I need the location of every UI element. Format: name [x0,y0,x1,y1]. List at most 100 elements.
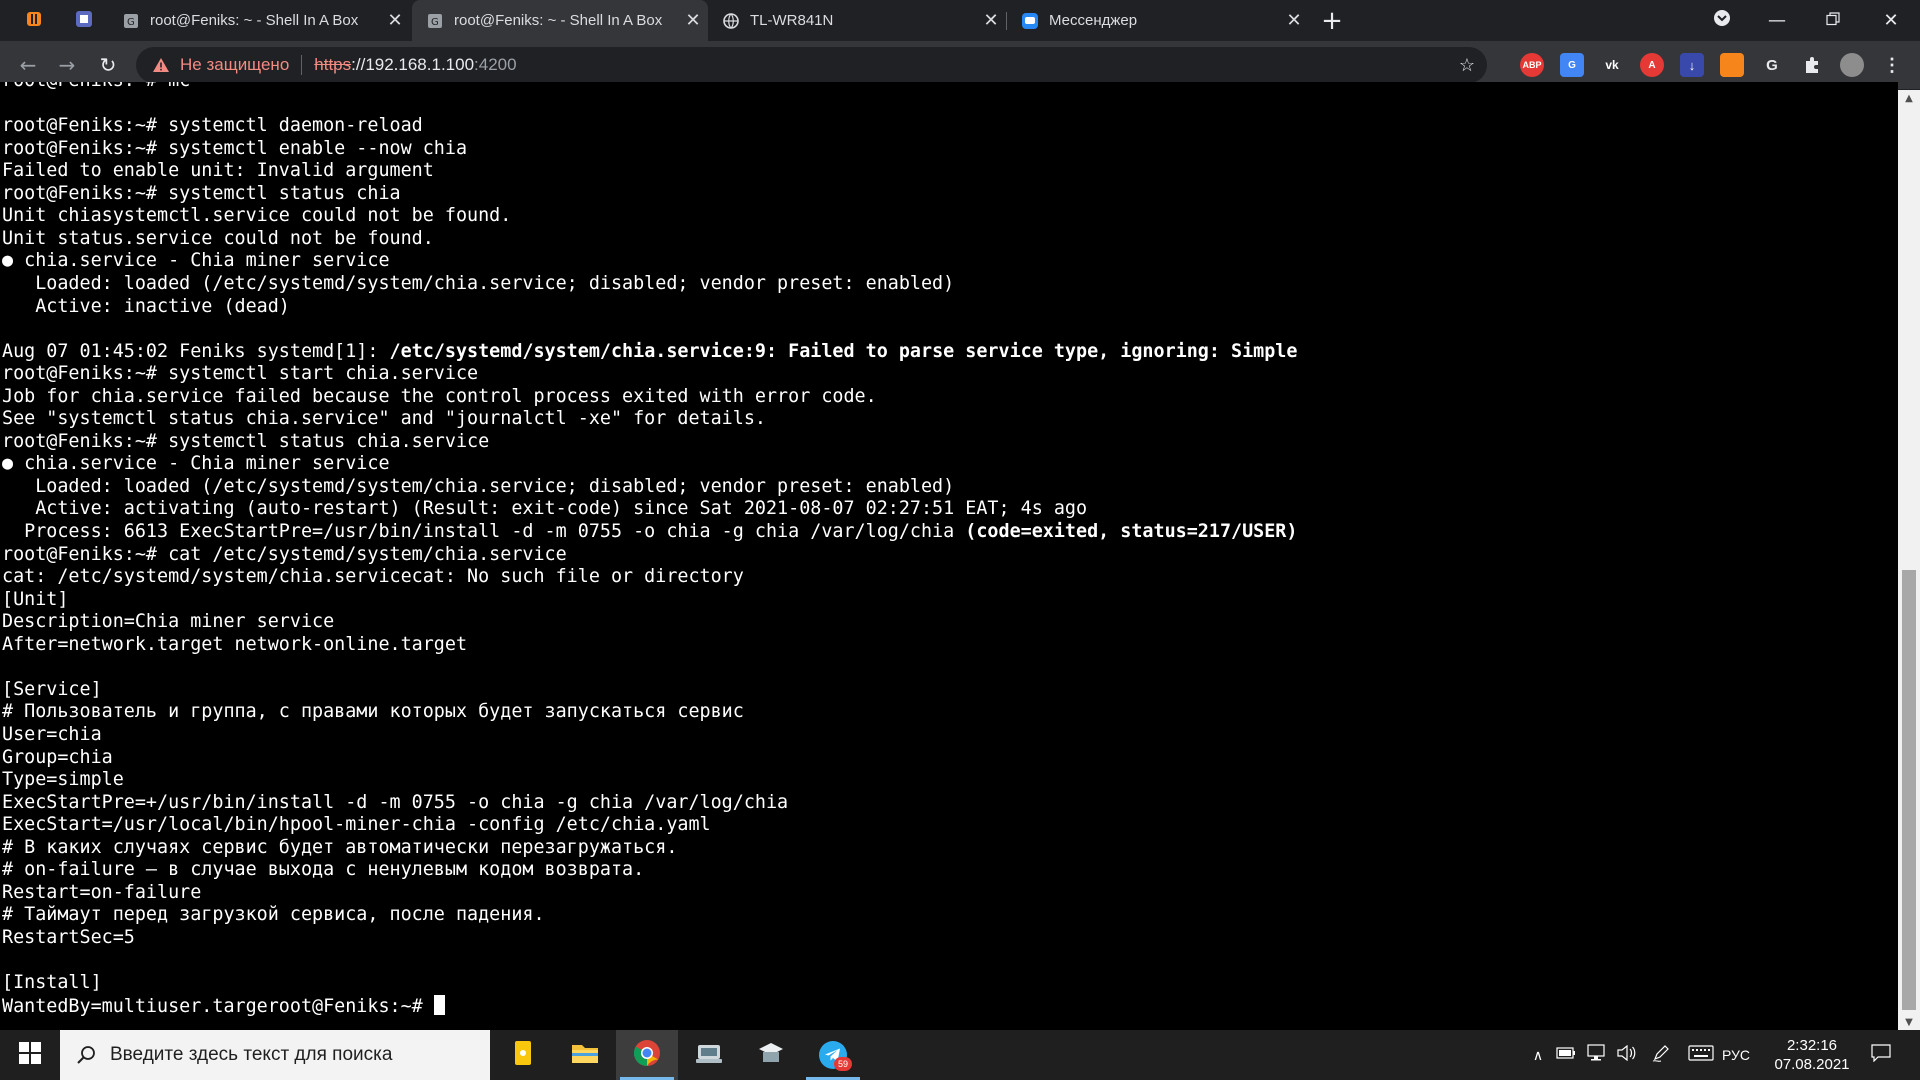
close-icon[interactable]: ✕ [976,10,1006,31]
close-icon[interactable]: ✕ [1279,10,1309,31]
pinned-tab-metamask[interactable] [14,0,54,41]
terminal-line: root@Feniks:~# systemctl start chia.serv… [2,363,478,385]
adblock-extension-icon[interactable]: ABP [1520,53,1544,77]
terminal-text: Process: 6613 ExecStartPre=/usr/bin/inst… [2,521,966,542]
terminal-line: root@Feniks:~# mc [2,82,190,92]
vk-extension-icon[interactable]: vk [1600,53,1624,77]
taskbar-app-sticky-notes[interactable] [492,1030,554,1080]
taskbar-app-file-explorer[interactable] [554,1030,616,1080]
taskbar-app-network-scanner[interactable] [678,1030,740,1080]
close-window-button[interactable]: ✕ [1866,0,1916,41]
tab-messenger[interactable]: Мессенджер ✕ [1007,0,1309,41]
tab-shellinabox-2[interactable]: G root@Feniks: ~ - Shell In A Box ✕ [412,0,708,41]
start-button[interactable] [0,1030,60,1080]
battery-tray[interactable] [1552,1030,1580,1080]
terminal-line: Process: 6613 ExecStartPre=/usr/bin/inst… [2,521,1297,543]
terminal-line: Active: inactive (dead) [2,296,290,318]
touch-keyboard-tray[interactable] [1684,1030,1718,1080]
url-port: :4200 [474,55,517,74]
shellinabox-icon: G [122,12,140,30]
graduation-app-icon [757,1041,785,1069]
terminal-text: # Пользователь и группа, с правами котор… [2,701,744,723]
fox-icon [24,9,44,33]
address-divider [301,55,303,75]
terminal-line: # Таймаут перед загрузкой сервиса, после… [2,904,545,926]
terminal-text: root@Feniks:~# systemctl enable --now ch… [2,137,468,159]
windows-taskbar: Введите здесь текст для поиска 59 ∧ РУС … [0,1030,1920,1080]
close-icon[interactable]: ✕ [678,10,708,31]
globe-icon [722,12,740,30]
chevron-up-icon: ∧ [1532,1046,1544,1063]
extensions-puzzle-icon[interactable] [1800,53,1824,77]
tab-title: root@Feniks: ~ - Shell In A Box [150,12,359,29]
address-bar[interactable]: Не защищено https://192.168.1.100:4200 ☆ [136,47,1487,83]
pinned-tab-doc[interactable] [64,0,104,41]
show-hidden-icons[interactable]: ∧ [1526,1030,1550,1080]
terminal-line: Description=Chia miner service [2,611,334,633]
back-button[interactable]: ← [12,49,44,81]
terminal-line: ExecStart=/usr/local/bin/hpool-miner-chi… [2,814,711,836]
metamask-extension-icon[interactable] [1720,53,1744,77]
restore-icon [1826,10,1840,31]
terminal-line: Type=simple [2,769,124,791]
profile-avatar[interactable] [1840,53,1864,77]
terminal-line: # on-failure — в случае выхода с ненулев… [2,859,644,881]
terminal-text: root@Feniks:~# systemctl status chia [2,182,401,204]
tab-strip: G root@Feniks: ~ - Shell In A Box ✕ G ro… [0,0,1920,41]
minimize-button[interactable]: — [1752,0,1802,41]
reload-button[interactable]: ↻ [92,49,124,81]
terminal-text: Type=simple [2,769,124,791]
terminal-line: Aug 07 01:45:02 Feniks systemd[1]: /etc/… [2,341,1297,363]
terminal-line: [Unit] [2,589,68,611]
close-icon: ✕ [1883,10,1899,31]
scroll-up-icon[interactable]: ▲ [1898,90,1920,106]
system-clock[interactable]: 2:32:16 07.08.2021 [1770,1036,1854,1074]
speaker-icon [1616,1044,1636,1066]
terminal-text: Loaded: loaded (/etc/systemd/system/chia… [2,475,955,497]
download-extension-icon[interactable]: ↓ [1680,53,1704,77]
terminal-cursor [433,994,445,1015]
terminal-text: Description=Chia miner service [2,611,335,633]
language-indicator[interactable]: РУС [1720,1030,1770,1080]
taskbar-app-telegram[interactable]: 59 [802,1030,864,1080]
scroll-down-icon[interactable]: ▼ [1898,1014,1920,1030]
terminal-text: # В каких случаях сервис будет автоматич… [2,836,678,858]
url-scheme: https [314,55,352,74]
volume-tray[interactable] [1612,1030,1640,1080]
network-tray[interactable] [1582,1030,1610,1080]
taskbar-app-education[interactable] [740,1030,802,1080]
tab-router[interactable]: TL-WR841N ✕ [708,0,1006,41]
restore-button[interactable] [1808,0,1858,41]
shellinabox-icon: G [426,12,444,30]
translate-extension-icon[interactable]: G [1560,53,1584,77]
new-tab-button[interactable]: + [1316,0,1348,41]
search-icon [76,1045,96,1065]
bookmark-star-icon[interactable]: ☆ [1459,55,1475,76]
grammar-extension-icon[interactable]: G [1760,53,1784,77]
terminal-line: ● chia.service - Chia miner service [2,250,390,272]
pen-tray[interactable] [1648,1030,1676,1080]
action-center-button[interactable] [1864,1030,1898,1080]
terminal-scrollbar[interactable]: ▲ ▼ [1898,90,1920,1030]
terminal-text: [Unit] [2,588,69,610]
close-icon[interactable]: ✕ [380,10,410,31]
vk-messenger-icon [1021,12,1039,30]
taskbar-search[interactable]: Введите здесь текст для поиска [60,1030,490,1080]
terminal-line: root@Feniks:~# systemctl enable --now ch… [2,138,467,160]
battery-icon [1556,1046,1576,1064]
taskbar-app-chrome[interactable] [616,1030,678,1080]
chrome-menu-icon[interactable]: ⋮ [1880,53,1904,77]
url-host: 192.168.1.100 [365,55,475,74]
forward-button[interactable]: → [51,49,83,81]
scrollbar-thumb[interactable] [1902,570,1916,1010]
security-label[interactable]: Не защищено [180,55,289,75]
terminal-output[interactable]: root@Feniks:~# mc root@Feniks:~# systemct… [0,82,1898,1030]
terminal-bold-text: (code=exited, status=217/USER) [965,521,1298,542]
terminal-text: ● chia.service - Chia miner service [2,453,390,475]
terminal-line: [Service] [2,679,102,701]
tab-shellinabox-1[interactable]: G root@Feniks: ~ - Shell In A Box ✕ [108,0,410,41]
av-extension-icon[interactable]: A [1640,53,1664,77]
terminal-line: Unit status.service could not be found. [2,228,434,250]
terminal-line: Active: activating (auto-restart) (Resul… [2,498,1087,520]
tab-search-button[interactable] [1697,0,1747,41]
